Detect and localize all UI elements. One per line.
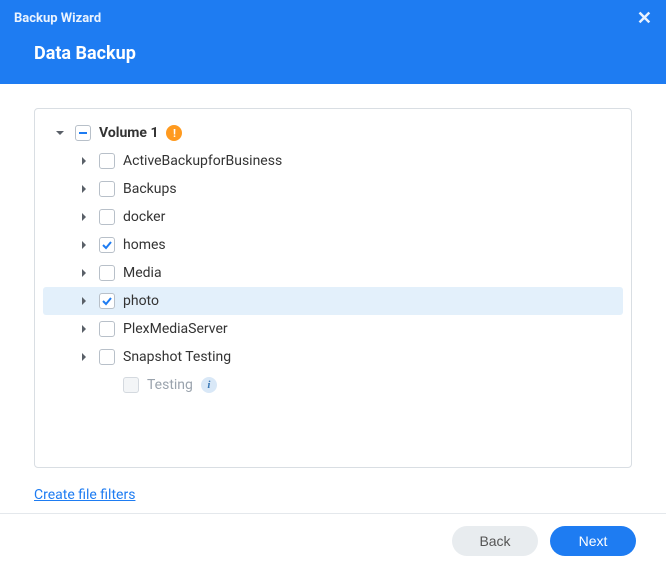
tree-row-volume1[interactable]: Volume 1 ! xyxy=(43,119,623,147)
tree-label: photo xyxy=(123,293,159,309)
chevron-right-icon[interactable] xyxy=(77,350,91,364)
tree-row-docker[interactable]: docker xyxy=(43,203,623,231)
tree-row-homes[interactable]: homes xyxy=(43,231,623,259)
create-file-filters-link[interactable]: Create file filters xyxy=(34,487,135,503)
checkbox-media[interactable] xyxy=(99,265,115,281)
warning-icon[interactable]: ! xyxy=(166,125,182,141)
checkbox-homes[interactable] xyxy=(99,237,115,253)
tree-row-photo[interactable]: photo xyxy=(43,287,623,315)
checkbox-volume1[interactable] xyxy=(75,125,91,141)
folder-tree: Volume 1 ! ActiveBackupforBusiness Backu… xyxy=(34,108,632,468)
chevron-right-icon[interactable] xyxy=(77,238,91,252)
next-button[interactable]: Next xyxy=(550,526,636,556)
dialog-header: Backup Wizard ✕ Data Backup xyxy=(0,0,666,84)
tree-label: Snapshot Testing xyxy=(123,349,231,365)
dialog-footer: Back Next xyxy=(0,514,666,568)
backup-wizard-dialog: { "header": { "title_small": "Backup Wiz… xyxy=(0,0,666,568)
tree-label: ActiveBackupforBusiness xyxy=(123,153,282,169)
checkbox-snapshot[interactable] xyxy=(99,349,115,365)
dialog-title: Backup Wizard xyxy=(14,11,101,26)
close-icon[interactable]: ✕ xyxy=(637,8,652,29)
checkbox-docker[interactable] xyxy=(99,209,115,225)
dialog-body: Volume 1 ! ActiveBackupforBusiness Backu… xyxy=(0,84,666,473)
tree-row-activebackup[interactable]: ActiveBackupforBusiness xyxy=(43,147,623,175)
chevron-right-icon[interactable] xyxy=(77,154,91,168)
tree-label: Backups xyxy=(123,181,177,197)
chevron-right-icon[interactable] xyxy=(77,294,91,308)
footer-links: Create file filters xyxy=(0,473,666,513)
tree-label-volume1: Volume 1 xyxy=(99,125,158,141)
subtitle-row: Data Backup xyxy=(0,35,666,84)
checkbox-testing xyxy=(123,377,139,393)
tree-label: Testing xyxy=(147,377,193,393)
tree-row-media[interactable]: Media xyxy=(43,259,623,287)
title-row: Backup Wizard ✕ xyxy=(0,0,666,35)
checkbox-backups[interactable] xyxy=(99,181,115,197)
info-icon[interactable]: i xyxy=(201,377,217,393)
tree-row-plex[interactable]: PlexMediaServer xyxy=(43,315,623,343)
chevron-down-icon[interactable] xyxy=(53,126,67,140)
tree-label: docker xyxy=(123,209,165,225)
chevron-right-icon[interactable] xyxy=(77,182,91,196)
dialog-subtitle: Data Backup xyxy=(34,43,136,64)
tree-row-backups[interactable]: Backups xyxy=(43,175,623,203)
tree-row-snapshot[interactable]: Snapshot Testing xyxy=(43,343,623,371)
checkbox-plex[interactable] xyxy=(99,321,115,337)
tree-label: homes xyxy=(123,237,166,253)
tree-label: Media xyxy=(123,265,162,281)
chevron-right-icon[interactable] xyxy=(77,266,91,280)
tree-row-testing: Testing i xyxy=(43,371,623,399)
tree-label: PlexMediaServer xyxy=(123,321,228,337)
chevron-right-icon[interactable] xyxy=(77,210,91,224)
back-button[interactable]: Back xyxy=(452,526,538,556)
checkbox-activebackup[interactable] xyxy=(99,153,115,169)
checkbox-photo[interactable] xyxy=(99,293,115,309)
chevron-right-icon[interactable] xyxy=(77,322,91,336)
